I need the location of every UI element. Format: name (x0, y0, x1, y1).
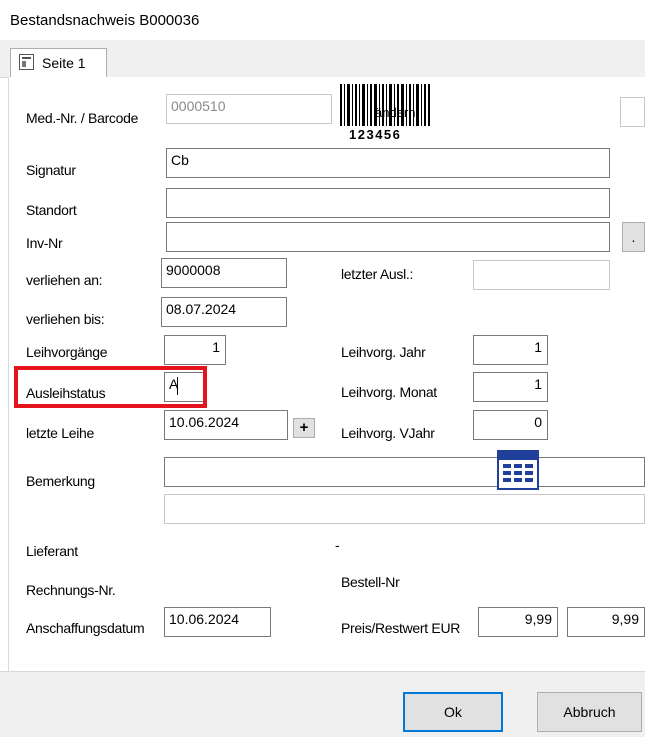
verliehen-an-field[interactable]: 9000008 (161, 258, 287, 288)
inv-nr-side-button[interactable]: . (622, 222, 645, 252)
label-letzter-ausl: letzter Ausl.: (341, 266, 414, 282)
label-rechnungs-nr: Rechnungs-Nr. (26, 582, 116, 598)
barcode-digits: 123456 (349, 127, 401, 142)
tab-label: Seite 1 (42, 55, 86, 71)
inv-nr-field[interactable] (166, 222, 610, 252)
cancel-button[interactable]: Abbruch (537, 692, 642, 732)
label-standort: Standort (26, 202, 77, 218)
leihvorg-vjahr-field[interactable]: 0 (473, 410, 548, 440)
window-title: Bestandsnachweis B000036 (10, 12, 200, 29)
page-icon (19, 54, 34, 70)
leihvorg-monat-field[interactable]: 1 (473, 372, 548, 402)
letzter-ausl-field[interactable] (473, 260, 610, 290)
tab-seite-1[interactable]: Seite 1 (10, 48, 107, 78)
bemerkung-field[interactable] (164, 457, 645, 487)
label-verliehen-an: verliehen an: (26, 272, 103, 288)
ok-button[interactable]: Ok (403, 692, 503, 732)
leihvorg-jahr-field[interactable]: 1 (473, 335, 548, 365)
letzte-leihe-field[interactable]: 10.06.2024 (164, 410, 288, 440)
verliehen-bis-field[interactable]: 08.07.2024 (161, 297, 287, 327)
label-bestell-nr: Bestell-Nr (341, 574, 400, 590)
leihvorgaenge-field[interactable]: 1 (164, 335, 226, 365)
label-med-nr: Med.-Nr. / Barcode (26, 110, 139, 126)
signatur-field[interactable]: Cb (166, 148, 610, 178)
med-nr-field[interactable]: 0000510 (166, 94, 332, 124)
label-letzte-leihe: letzte Leihe (26, 425, 95, 441)
barcode-image: ändern 123456 (340, 84, 430, 142)
label-verliehen-bis: verliehen bis: (26, 311, 105, 327)
lieferant-value: - (335, 537, 340, 553)
anschaffungsdatum-field[interactable]: 10.06.2024 (164, 607, 271, 637)
restwert-field[interactable]: 9,99 (567, 607, 645, 637)
bemerkung-field-2[interactable] (164, 494, 645, 524)
top-right-field[interactable] (620, 97, 645, 127)
calendar-icon[interactable] (497, 450, 539, 490)
label-leihvorg-jahr: Leihvorg. Jahr (341, 344, 426, 360)
tab-strip: Seite 1 (0, 40, 645, 78)
standort-field[interactable] (166, 188, 610, 218)
label-lieferant: Lieferant (26, 543, 78, 559)
preis-field[interactable]: 9,99 (478, 607, 558, 637)
label-leihvorg-vjahr: Leihvorg. VJahr (341, 425, 435, 441)
title-bar: Bestandsnachweis B000036 (0, 0, 645, 40)
label-inv-nr: Inv-Nr (26, 235, 63, 251)
label-anschaffungsdatum: Anschaffungsdatum (26, 620, 145, 636)
label-leihvorgaenge: Leihvorgänge (26, 344, 108, 360)
label-leihvorg-monat: Leihvorg. Monat (341, 384, 437, 400)
highlight-box (14, 366, 207, 408)
plus-button[interactable]: + (293, 418, 315, 438)
label-signatur: Signatur (26, 162, 76, 178)
barcode-overlay-text: ändern (375, 105, 415, 120)
label-preis: Preis/Restwert EUR (341, 620, 461, 636)
label-bemerkung: Bemerkung (26, 473, 95, 489)
